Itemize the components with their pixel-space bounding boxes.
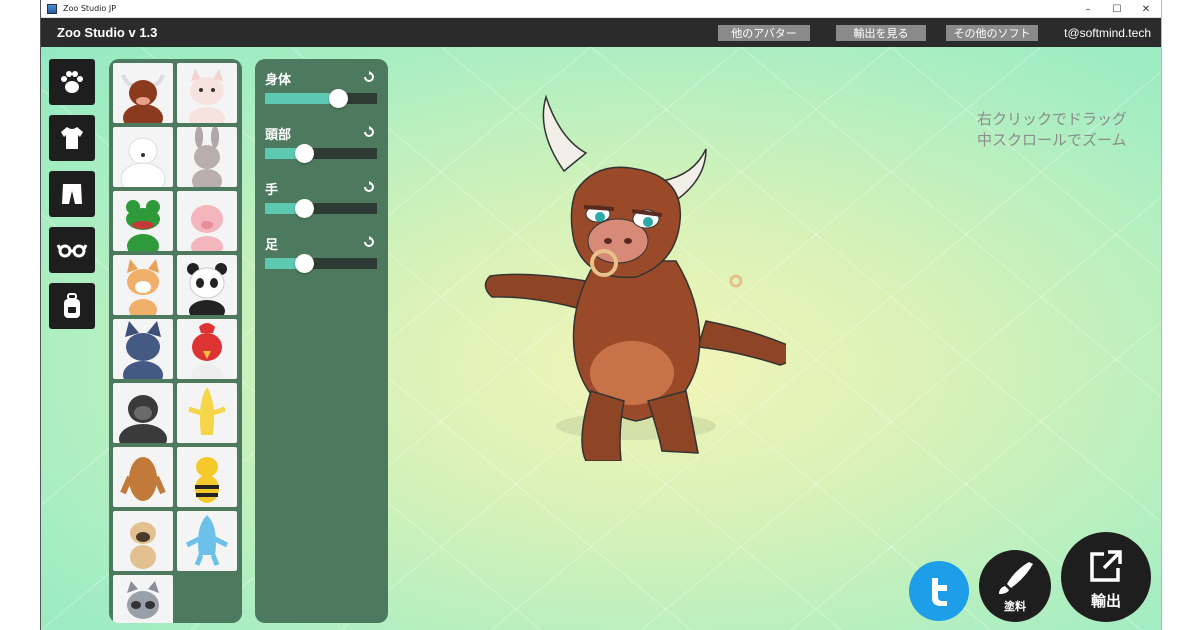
slider-hands-track[interactable]	[265, 199, 377, 218]
twitter-t-icon	[932, 578, 947, 606]
bull-3d-model[interactable]	[436, 91, 786, 461]
slider-feet-track[interactable]	[265, 254, 377, 273]
polar-bear-avatar-icon	[120, 137, 166, 187]
export-label: 輸出	[1090, 592, 1121, 610]
app-icon	[47, 3, 57, 14]
category-animal-button[interactable]	[49, 59, 95, 105]
shark-avatar-icon	[185, 515, 229, 566]
contact-email[interactable]: t@softmind.tech	[1064, 26, 1151, 40]
avatar-rabbit[interactable]	[177, 127, 237, 187]
avatar-shark[interactable]	[177, 511, 237, 571]
export-button[interactable]: 輸出	[1061, 532, 1151, 622]
body-slider-panel: 身体 頭部 手 足	[255, 59, 388, 623]
pug-avatar-icon	[130, 522, 156, 569]
slider-head-label: 頭部	[265, 128, 292, 143]
3d-viewport[interactable]: 身体 頭部 手 足 右クリックでドラッグ 中スクロールでズーム 塗料 輸出	[41, 47, 1161, 630]
bull-avatar-icon	[121, 74, 165, 123]
category-tops-button[interactable]	[49, 115, 95, 161]
reset-icon[interactable]	[363, 181, 375, 193]
avatar-polar-bear[interactable]	[113, 127, 173, 187]
shirt-icon	[61, 127, 83, 149]
app-window: Zoo Studio JP – ☐ ✕ Zoo Studio v 1.3 他のア…	[40, 0, 1162, 630]
avatar-rooster[interactable]	[177, 319, 237, 379]
reset-icon[interactable]	[363, 126, 375, 138]
avatar-pig[interactable]	[177, 191, 237, 251]
slider-body-knob[interactable]	[328, 89, 348, 108]
window-title: Zoo Studio JP	[63, 4, 117, 13]
avatar-panel	[109, 59, 242, 623]
pants-icon	[62, 184, 82, 204]
panda-avatar-icon	[187, 263, 227, 315]
slider-body-label: 身体	[265, 73, 292, 88]
paw-icon	[61, 71, 83, 93]
avatar-grid	[113, 63, 241, 623]
category-bar	[49, 59, 97, 339]
banana-avatar-icon	[188, 387, 226, 435]
slider-feet-knob[interactable]	[295, 254, 315, 273]
avatar-raccoon[interactable]	[113, 575, 173, 623]
backpack-icon	[64, 293, 80, 318]
bee-avatar-icon	[195, 457, 219, 503]
avatar-fox[interactable]	[113, 255, 173, 315]
rooster-avatar-icon	[191, 323, 223, 379]
paint-label: 塗料	[1004, 600, 1026, 613]
other-software-button[interactable]: その他のソフト	[946, 25, 1038, 41]
avatar-gorilla[interactable]	[113, 383, 173, 443]
pig-avatar-icon	[191, 205, 223, 251]
slider-hands-label: 手	[265, 183, 279, 198]
slider-body-track[interactable]	[265, 89, 377, 108]
other-avatars-button[interactable]: 他のアバター	[718, 25, 810, 41]
category-accessory-button[interactable]	[49, 227, 95, 273]
reset-icon[interactable]	[363, 71, 375, 83]
glasses-icon	[56, 244, 88, 258]
twitter-share-button[interactable]	[909, 561, 969, 621]
avatar-bee[interactable]	[177, 447, 237, 507]
bigfoot-avatar-icon	[120, 457, 166, 501]
close-button[interactable]: ✕	[1131, 0, 1161, 18]
slider-head-track[interactable]	[265, 144, 377, 163]
avatar-cat[interactable]	[177, 63, 237, 123]
fox-avatar-icon	[127, 259, 159, 315]
avatar-panda[interactable]	[177, 255, 237, 315]
hint-drag: 右クリックでドラッグ	[976, 110, 1127, 128]
slider-feet-label: 足	[265, 238, 279, 253]
minimize-button[interactable]: –	[1073, 0, 1103, 18]
maximize-button[interactable]: ☐	[1102, 0, 1132, 18]
avatar-bull[interactable]	[113, 63, 173, 123]
slider-body-fill	[265, 93, 338, 104]
gorilla-avatar-icon	[119, 395, 167, 443]
avatar-pug[interactable]	[113, 511, 173, 571]
rabbit-avatar-icon	[192, 127, 222, 187]
category-bag-button[interactable]	[49, 283, 95, 329]
brush-icon	[999, 562, 1033, 594]
raccoon-avatar-icon	[127, 581, 159, 619]
wolf-avatar-icon	[123, 321, 163, 379]
slider-head-knob[interactable]	[295, 144, 315, 163]
avatar-bigfoot[interactable]	[113, 447, 173, 507]
avatar-frog[interactable]	[113, 191, 173, 251]
avatar-wolf[interactable]	[113, 319, 173, 379]
avatar-banana[interactable]	[177, 383, 237, 443]
frog-avatar-icon	[126, 200, 160, 251]
hint-zoom: 中スクロールでズーム	[976, 131, 1127, 149]
app-title: Zoo Studio v 1.3	[57, 25, 158, 40]
title-bar: Zoo Studio JP – ☐ ✕	[41, 0, 1161, 18]
category-bottoms-button[interactable]	[49, 171, 95, 217]
paint-button[interactable]: 塗料	[979, 550, 1051, 622]
reset-icon[interactable]	[363, 236, 375, 248]
menu-bar: Zoo Studio v 1.3 他のアバター 輸出を見る その他のソフト t@…	[41, 18, 1161, 47]
view-export-button[interactable]: 輸出を見る	[836, 25, 926, 41]
cat-avatar-icon	[189, 69, 225, 123]
slider-hands-knob[interactable]	[295, 199, 315, 218]
control-hint: 右クリックでドラッグ 中スクロールでズーム	[977, 109, 1127, 151]
external-link-icon	[1090, 550, 1122, 582]
